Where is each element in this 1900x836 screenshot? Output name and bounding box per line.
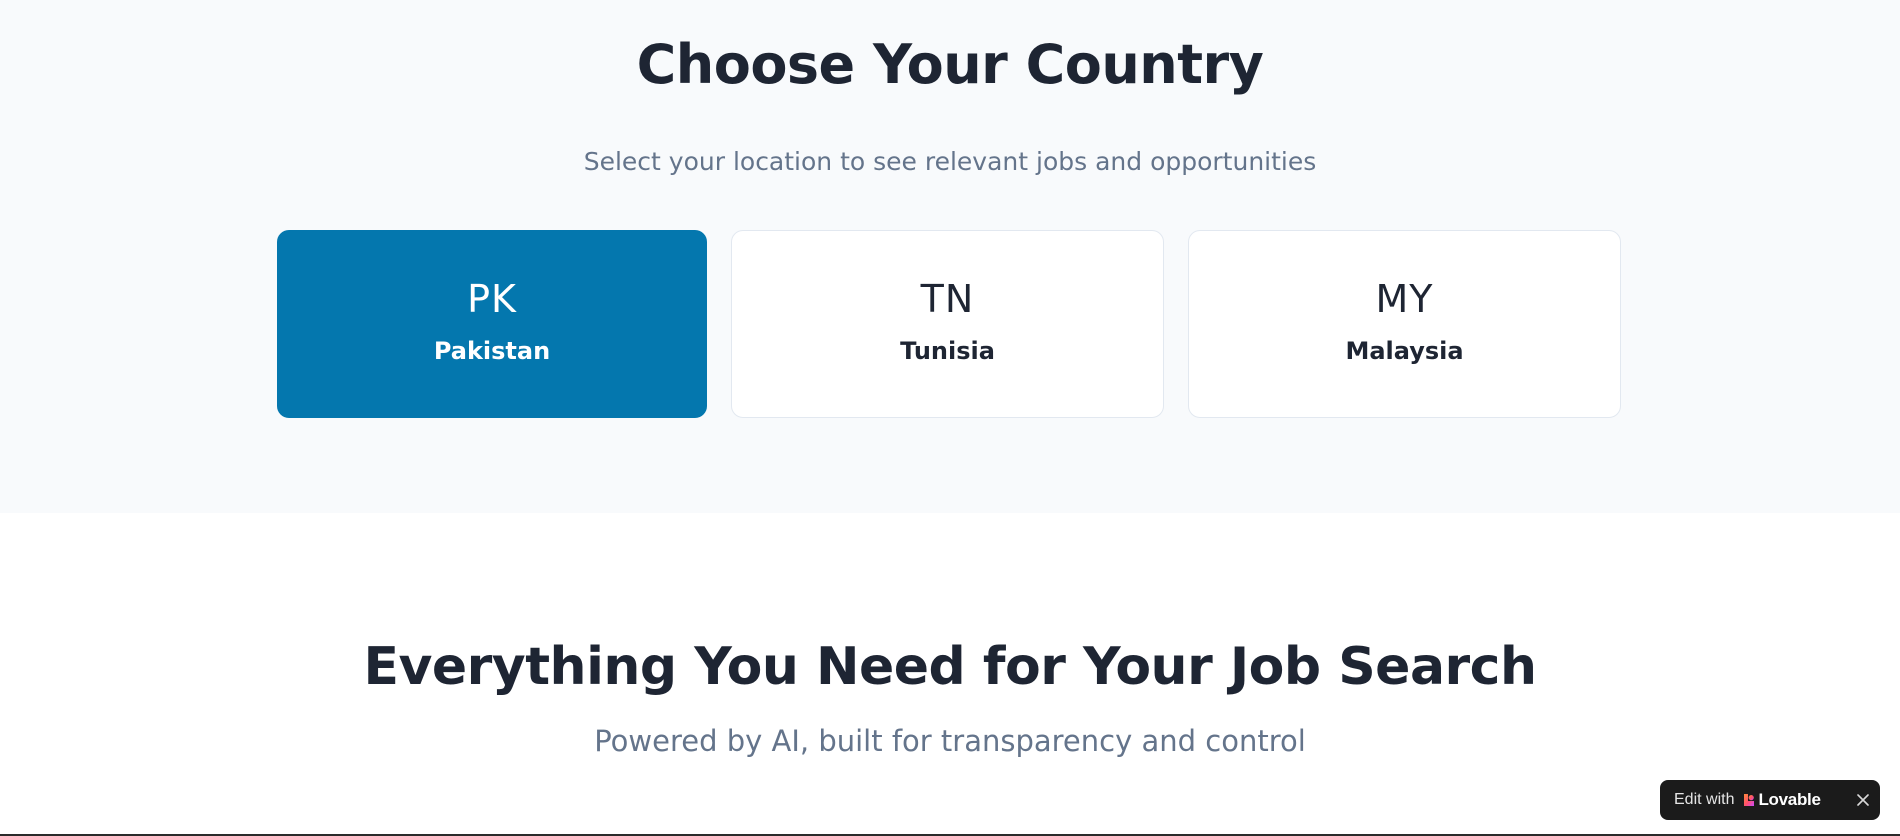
edit-with-link[interactable]: Edit with — [1674, 791, 1734, 809]
country-card-list: PK Pakistan TN Tunisia MY Malaysia — [277, 230, 1621, 418]
country-section: Choose Your Country Select your location… — [0, 0, 1900, 513]
country-code: MY — [1375, 277, 1434, 321]
country-section-title: Choose Your Country — [636, 33, 1264, 96]
country-section-subtitle: Select your location to see relevant job… — [583, 147, 1317, 176]
country-code: TN — [920, 277, 975, 321]
lovable-brand-name[interactable]: Lovable — [1758, 790, 1820, 810]
features-section-title: Everything You Need for Your Job Search — [363, 637, 1537, 697]
close-icon — [1857, 794, 1869, 806]
edit-with-lovable-badge: Edit with Lovable — [1660, 780, 1880, 820]
country-name: Tunisia — [900, 337, 995, 365]
country-name: Malaysia — [1345, 337, 1464, 365]
page: Choose Your Country Select your location… — [0, 0, 1900, 836]
lovable-logo-icon — [1744, 794, 1755, 806]
country-code: PK — [467, 277, 517, 321]
country-card-tunisia[interactable]: TN Tunisia — [731, 230, 1164, 418]
close-badge-button[interactable] — [1846, 780, 1880, 820]
features-section-subtitle: Powered by AI, built for transparency an… — [594, 724, 1306, 758]
country-card-malaysia[interactable]: MY Malaysia — [1188, 230, 1621, 418]
country-card-pakistan[interactable]: PK Pakistan — [277, 230, 707, 418]
country-name: Pakistan — [433, 337, 551, 365]
